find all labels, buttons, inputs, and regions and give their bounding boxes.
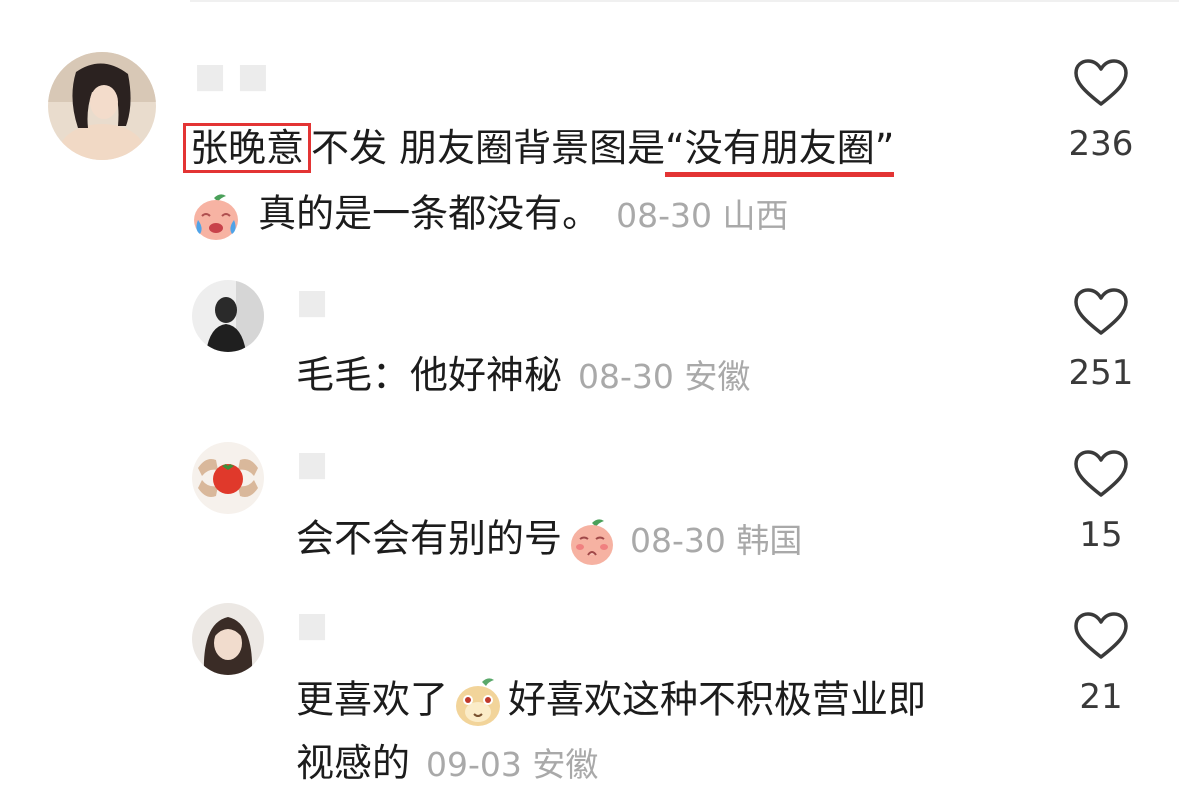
heart-icon[interactable] xyxy=(1073,58,1129,108)
comment-meta: 08-30 山西 xyxy=(616,196,788,235)
avatar[interactable] xyxy=(192,280,264,352)
like-group: 15 xyxy=(1041,449,1161,555)
reply-text-line: 毛毛：他好神秘 08-30 安徽 xyxy=(296,353,750,399)
like-group: 251 xyxy=(1041,287,1161,393)
like-group: 236 xyxy=(1041,58,1161,164)
reply-meta: 08-30 韩国 xyxy=(630,521,802,560)
comment-location: 山西 xyxy=(722,195,789,235)
like-group: 21 xyxy=(1041,611,1161,717)
reply-date: 08-30 xyxy=(578,357,674,396)
username-placeholder: ■ xyxy=(296,444,329,484)
reply-meta: 08-30 安徽 xyxy=(578,357,750,396)
comment-date: 08-30 xyxy=(616,195,712,235)
crying-sticker-icon xyxy=(190,190,242,242)
reply-location: 韩国 xyxy=(736,520,803,560)
avatar[interactable] xyxy=(48,52,156,160)
reply-location: 安徽 xyxy=(684,357,751,396)
reply-text-line1: 更喜欢了 好喜欢这种不积极营业即 xyxy=(296,676,926,728)
shy-sticker-icon xyxy=(566,515,618,567)
reply-text-line: 会不会有别的号 08-30 韩国 xyxy=(296,515,802,567)
reply-text: 视感的 xyxy=(296,741,411,785)
like-count: 21 xyxy=(1079,677,1123,717)
avatar[interactable] xyxy=(192,603,264,675)
cute-face-sticker-icon xyxy=(452,676,504,728)
heart-icon[interactable] xyxy=(1073,611,1129,661)
reply-text: 毛毛：他好神秘 xyxy=(296,353,563,397)
reply-text: 好喜欢这种不积极营业即 xyxy=(508,677,927,722)
reply-date: 09-03 xyxy=(426,745,522,784)
comment-text-line2: 真的是一条都没有。 08-30 山西 xyxy=(190,190,789,242)
reply-text: 会不会有别的号 xyxy=(296,516,563,561)
username-placeholder: ■ ■ xyxy=(194,56,270,96)
like-count: 15 xyxy=(1079,515,1123,555)
heart-icon[interactable] xyxy=(1073,287,1129,337)
reply-date: 08-30 xyxy=(630,520,726,560)
like-count: 236 xyxy=(1068,124,1134,164)
reply-text: 更喜欢了 xyxy=(296,677,449,722)
quoted-text: “没有朋友圈” xyxy=(665,126,895,177)
avatar[interactable] xyxy=(192,442,264,514)
like-count: 251 xyxy=(1068,353,1134,393)
reply-text-line2: 视感的 09-03 安徽 xyxy=(296,741,598,787)
reply-location: 安徽 xyxy=(532,745,599,784)
username-placeholder: ■ xyxy=(296,605,329,645)
highlighted-name: 张晚意 xyxy=(183,123,312,173)
comment-text-line1: 张晚意 不发 朋友圈背景图是“没有朋友圈” xyxy=(183,123,895,177)
comment-text: 真的是一条都没有。 xyxy=(258,191,601,236)
username-placeholder: ■ xyxy=(296,282,329,322)
top-divider xyxy=(190,0,1179,2)
heart-icon[interactable] xyxy=(1073,449,1129,499)
comment-text: 不发 朋友圈背景图是 xyxy=(311,126,666,170)
reply-meta: 09-03 安徽 xyxy=(426,745,598,784)
